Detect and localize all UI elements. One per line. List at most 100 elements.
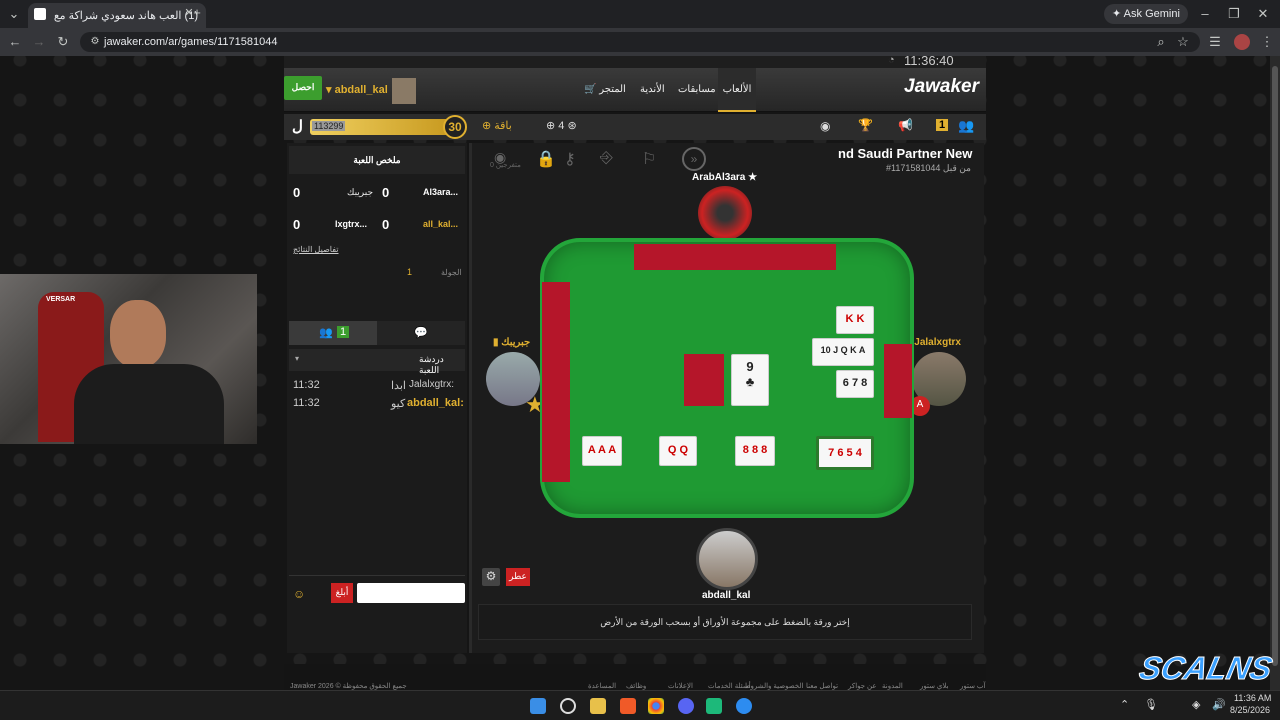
windows-start-icon[interactable] xyxy=(530,698,546,714)
rss-icon[interactable]: ◉ xyxy=(820,119,830,133)
app-icon[interactable] xyxy=(706,698,722,714)
chair-brand-text: VERSAR xyxy=(46,296,76,303)
taskbar-date[interactable]: 8/25/2026 xyxy=(1230,705,1270,715)
footer-link[interactable]: المساعدة xyxy=(588,682,616,690)
footer-link[interactable]: وظائف xyxy=(626,682,646,690)
left-player-hand-back xyxy=(542,282,570,482)
browser-menu-icon[interactable]: ⋮ xyxy=(1258,34,1276,50)
tab-title: (1) العب هاند سعودي شراكة مع xyxy=(53,10,198,22)
coin-currency-icon: ل xyxy=(292,118,303,135)
forward-icon[interactable]: → xyxy=(30,34,48,49)
search-icon[interactable] xyxy=(560,698,576,714)
user-avatar[interactable] xyxy=(392,78,416,104)
footer-link[interactable]: المدونة xyxy=(882,682,903,690)
status-bar: ل 113299 30 ⊕ باقة ⊕ 4 ⊛ ◉ 🏆 📢 1 👥 xyxy=(284,114,986,140)
tray-chevron-icon[interactable]: ⌃ xyxy=(1120,698,1129,711)
discard-pile-card[interactable]: 9 ♣ xyxy=(731,354,769,406)
reload-icon[interactable]: ↻ xyxy=(54,34,72,50)
nav-store-label: المتجر xyxy=(599,84,626,95)
notification-badge[interactable]: 1 xyxy=(936,119,949,131)
running-icon[interactable]: ⚐ xyxy=(642,149,656,169)
trophy-icon[interactable]: 🏆 xyxy=(858,118,873,132)
meld-card-group[interactable]: 8 8 8 xyxy=(735,436,775,466)
lock-icon[interactable]: 🔒 xyxy=(536,149,556,169)
key-icon[interactable]: ⚷ xyxy=(564,149,576,169)
footer-link[interactable]: الخصوصية والشروط xyxy=(744,682,803,690)
site-info-icon[interactable]: ⚙ xyxy=(86,36,104,47)
baqa-button[interactable]: ⊕ باقة xyxy=(482,119,512,132)
meld-card-group[interactable]: K K xyxy=(836,306,874,334)
player-bottom-avatar[interactable] xyxy=(696,528,758,590)
discord-icon[interactable] xyxy=(678,698,694,714)
megaphone-icon[interactable]: 📢 xyxy=(898,118,913,132)
get-coins-button[interactable]: احصل xyxy=(284,76,322,100)
get-coins-label: احصل xyxy=(291,82,315,92)
new-tab-icon[interactable]: + xyxy=(188,5,206,20)
chrome-icon[interactable] xyxy=(648,698,664,714)
chat-collapse-icon[interactable]: ▾ xyxy=(295,354,299,363)
minimize-icon[interactable]: – xyxy=(1196,6,1214,21)
file-explorer-icon[interactable] xyxy=(590,698,606,714)
stream-logo: SCALNS xyxy=(1136,650,1276,687)
back-icon[interactable]: ← xyxy=(6,34,24,49)
nav-games[interactable]: الألعاب xyxy=(718,68,756,112)
nav-clubs[interactable]: الأندية xyxy=(640,84,665,95)
fast-forward-icon[interactable]: » xyxy=(682,147,706,171)
taskbar-time[interactable]: 11:36 AM xyxy=(1234,693,1271,703)
page-scrollbar[interactable] xyxy=(1270,56,1280,690)
extensions-icon[interactable]: ☰ xyxy=(1206,34,1224,50)
meld-card-group[interactable]: 10 J Q K A xyxy=(812,338,874,366)
close-window-icon[interactable]: ✕ xyxy=(1254,6,1272,22)
top-player-hand-back xyxy=(634,244,836,270)
meld-card-group[interactable]: 6 7 8 xyxy=(836,370,874,398)
meld-card-group[interactable]: Q Q xyxy=(659,436,697,466)
exit-door-icon[interactable]: ⎆ xyxy=(600,149,613,167)
address-bar[interactable]: jawaker.com/ar/games/1171581044 xyxy=(80,32,1200,52)
settings-gear-icon[interactable]: ⚙ xyxy=(482,568,500,586)
ask-gemini-button[interactable]: ✦ Ask Gemini xyxy=(1104,4,1188,24)
meld-card-group[interactable]: A A A xyxy=(582,436,622,466)
brave-icon[interactable] xyxy=(620,698,636,714)
mic-icon[interactable]: 🎙 xyxy=(1144,698,1158,711)
wifi-icon[interactable]: ◈ xyxy=(1192,698,1200,711)
action-button[interactable]: عطر xyxy=(506,568,530,586)
nav-competitions[interactable]: مسابقات xyxy=(678,84,716,95)
player-top-name: ArabAl3ara ★ xyxy=(692,172,758,183)
footer-link[interactable]: بلاي ستور xyxy=(920,682,949,690)
zoom-icon[interactable]: ⌕ xyxy=(1152,34,1170,50)
spectators-count: 0 متفرجين xyxy=(490,162,521,169)
player-top-label: ArabAl3ara xyxy=(692,172,746,183)
chips-counter[interactable]: ⊕ 4 ⊛ xyxy=(546,119,577,132)
jawaker-logo[interactable]: Jawaker xyxy=(904,76,979,98)
maximize-icon[interactable]: ❐ xyxy=(1225,6,1243,22)
profile-avatar[interactable] xyxy=(1234,34,1250,50)
footer-link[interactable]: تواصل معنا xyxy=(806,682,838,690)
tab-chat[interactable]: 💬 xyxy=(377,321,465,345)
nav-store[interactable]: 🛒 المتجر xyxy=(584,84,626,95)
user-menu[interactable]: ▾ abdall_kal xyxy=(326,83,388,96)
team-player-name: lxgtrx... xyxy=(335,219,368,229)
friends-icon[interactable]: 👥 xyxy=(958,118,974,134)
footer-link[interactable]: عن جواكر xyxy=(848,682,877,690)
xp-progress-bar: 113299 xyxy=(310,119,450,135)
meld-card-group-selected[interactable]: 7 6 5 4 xyxy=(816,436,874,470)
alarm-clock-icon: ◔ xyxy=(888,54,895,66)
round-label: الجولة xyxy=(441,268,462,277)
chat-send-button[interactable]: أبلغ xyxy=(331,583,353,603)
footer-link[interactable]: الإعلانات xyxy=(668,682,693,690)
emoji-icon[interactable]: ☺ xyxy=(293,587,305,601)
browser-tabbar: ⌄ (1) العب هاند سعودي شراكة مع ✕ + ✦ Ask… xyxy=(0,0,1280,28)
bookmark-star-icon[interactable]: ☆ xyxy=(1174,34,1192,50)
volume-icon[interactable]: 🔊 xyxy=(1212,698,1226,711)
draw-pile[interactable] xyxy=(684,354,724,406)
score-details-link[interactable]: تفاصيل النتائج xyxy=(293,245,339,254)
tab-players[interactable]: 👥 1 xyxy=(289,321,377,345)
player-top-avatar[interactable] xyxy=(698,186,752,240)
app-icon[interactable] xyxy=(736,698,752,714)
chat-input[interactable] xyxy=(357,583,465,603)
site-footer: Jawaker 2026 © جميع الحقوق محفوظة المساع… xyxy=(284,664,986,690)
chat-text: كيو xyxy=(391,398,406,410)
tab-search-icon[interactable]: ⌄ xyxy=(5,6,23,22)
tab-favicon-icon xyxy=(34,8,46,20)
footer-link[interactable]: آب ستور xyxy=(960,682,985,690)
